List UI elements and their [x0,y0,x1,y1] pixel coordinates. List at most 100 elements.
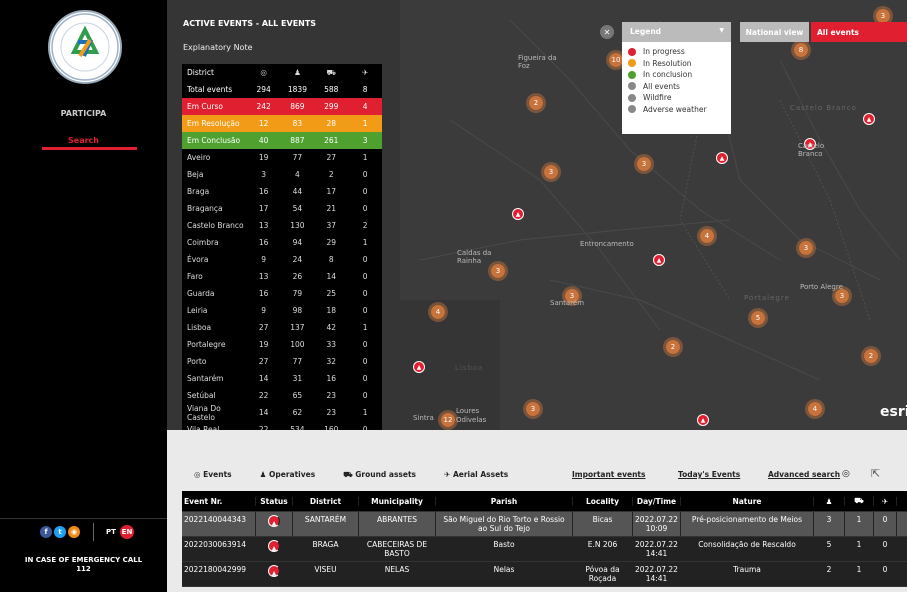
wildfire-alert-icon[interactable]: ▲ [716,152,728,164]
column-header[interactable]: Nature [681,496,814,506]
cluster-marker[interactable]: 12 [438,410,458,430]
column-header[interactable]: Parish [436,496,573,506]
district-name: Guarda [187,289,215,298]
table-cell: Trauma [681,562,814,586]
rss-icon[interactable]: ◉ [68,526,80,538]
column-header[interactable]: ⛟ [845,496,874,506]
district-name: Faro [187,272,203,281]
district-row[interactable]: Lisboa 27 137 42 1 [182,319,382,336]
wildfire-alert-icon[interactable]: ▲ [697,414,709,426]
table-row[interactable]: 2022180042999 ▲ VISEU NELAS Nelas Póvoa da Ro… [182,562,907,587]
column-header[interactable]: Day/Time [633,496,681,506]
facebook-icon[interactable]: f [40,526,52,538]
district-row[interactable]: Guarda 16 79 25 0 [182,285,382,302]
column-header[interactable]: Status [256,496,293,506]
em-curso-row[interactable]: Em Curso 242 869 299 4 [182,98,382,115]
legend-item[interactable]: Adverse weather [622,104,731,116]
collapse-icon[interactable]: ✕ [600,25,614,39]
legend-header[interactable]: Legend ▼ [622,22,731,42]
cell: 16 [326,374,337,383]
wildfire-alert-icon[interactable]: ▲ [653,254,665,266]
cell: 14 [258,374,269,383]
target-icon[interactable]: ◎ [842,469,850,479]
column-header[interactable]: Municipality [359,496,436,506]
social-links: f t ◉ [40,526,80,538]
cluster-marker[interactable]: 8 [791,40,811,60]
ground-assets-icon: ⛟ [326,67,336,77]
cluster-marker[interactable]: 3 [796,238,816,258]
legend-item[interactable]: In Resolution [622,58,731,70]
wildfire-alert-icon[interactable]: ▲ [863,113,875,125]
table-row[interactable]: 2022030063914 ▲ BRAGA CABECEIRAS DE BASTO Ba… [182,537,907,562]
column-header[interactable]: District [293,496,359,506]
district-row[interactable]: Faro 13 26 14 0 [182,268,382,285]
district-row[interactable]: Porto 27 77 32 0 [182,353,382,370]
table-cell: 0 [874,537,897,561]
district-row[interactable]: Portalegre 19 100 33 0 [182,336,382,353]
map-legend[interactable]: Legend ▼ In progress In Resolution In conc… [622,22,731,134]
column-header[interactable]: Locality [573,496,633,506]
cluster-marker[interactable]: 2 [663,337,683,357]
district-row[interactable]: Beja 3 4 2 0 [182,166,382,183]
cluster-marker[interactable]: 4 [805,399,825,419]
search-link[interactable]: Search [0,136,167,145]
district-row[interactable]: Santarém 14 31 16 0 [182,370,382,387]
district-row[interactable]: Aveiro 19 77 27 1 [182,149,382,166]
cluster-marker[interactable]: 5 [748,308,768,328]
em-resolucao-row[interactable]: Em Resolução 12 83 28 1 [182,115,382,132]
cell: 18 [326,306,337,315]
participa-link[interactable]: PARTICIPA [0,109,167,118]
external-link-icon[interactable]: ⇱ [871,467,880,480]
national-view-button[interactable]: National view [740,22,809,42]
column-header[interactable]: Event Nr. [182,496,256,506]
tab-operatives[interactable]: ♟ Operatives [260,470,316,480]
district-row[interactable]: Évora 9 24 8 0 [182,251,382,268]
cluster-marker[interactable]: 2 [861,346,881,366]
cell: 1 [362,408,368,417]
table-cell: 2022.07.22 10:09 [633,512,681,536]
explanatory-note-link[interactable]: Explanatory Note [183,43,253,52]
tab-events[interactable]: ◎ Events [194,470,232,480]
table-row[interactable]: 2022140044343 ▲ SANTARÉM ABRANTES São Miguel… [182,512,907,537]
cluster-marker[interactable]: 2 [526,93,546,113]
legend-item[interactable]: All events [622,81,731,93]
legend-item[interactable]: Wildfire [622,92,731,104]
language-en[interactable]: EN [120,525,134,539]
district-row[interactable]: Coimbra 16 94 29 1 [182,234,382,251]
legend-item[interactable]: In conclusion [622,69,731,81]
district-row[interactable]: Setúbal 22 65 23 0 [182,387,382,404]
cluster-marker[interactable]: 4 [697,226,717,246]
important-events-link[interactable]: Important events [572,470,645,479]
legend-item[interactable]: In progress [622,46,731,58]
column-header[interactable]: ♟ [814,496,845,506]
wildfire-alert-icon[interactable]: ▲ [413,361,425,373]
cluster-marker[interactable]: 3 [523,399,543,419]
civil-protection-logo[interactable] [48,10,122,84]
table-cell: 1 [845,537,874,561]
cell: 32 [326,357,337,366]
cell: 13 [258,221,269,230]
tab-aerial-assets[interactable]: ✈ Aerial Assets [444,470,508,480]
tab-label: Events [203,470,232,479]
district-row[interactable]: Bragança 17 54 21 0 [182,200,382,217]
district-row[interactable]: Braga 16 44 17 0 [182,183,382,200]
legend-label: Adverse weather [643,104,707,114]
cluster-marker[interactable]: 4 [428,302,448,322]
language-pt[interactable]: PT [106,528,116,536]
em-conclusao-row[interactable]: Em Conclusão 40 887 261 3 [182,132,382,149]
cluster-marker[interactable]: 3 [634,154,654,174]
todays-events-link[interactable]: Today's Events [678,470,740,479]
tab-ground-assets[interactable]: ⛟ Ground assets [343,470,416,480]
advanced-search-link[interactable]: Advanced search [768,470,840,479]
district-row[interactable]: Viana Do Castelo 14 62 23 1 [182,404,382,422]
all-events-select[interactable]: All events [811,22,907,42]
legend-dot-icon [628,59,636,68]
wildfire-alert-icon[interactable]: ▲ [512,208,524,220]
twitter-icon[interactable]: t [54,526,66,538]
legend-label: In progress [643,47,685,57]
district-row[interactable]: Leiria 9 98 18 0 [182,302,382,319]
cluster-marker[interactable]: 3 [541,162,561,182]
table-cell: Nelas [436,562,573,586]
district-row[interactable]: Castelo Branco 13 130 37 2 [182,217,382,234]
column-header[interactable]: ✈ [874,496,897,506]
